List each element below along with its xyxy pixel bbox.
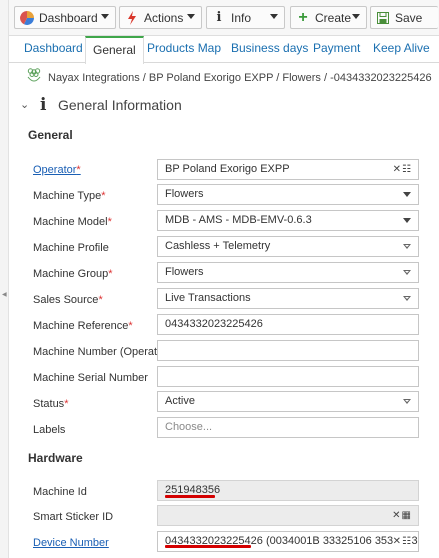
status-label-text: Status (33, 398, 65, 410)
collapse-grip-icon[interactable]: ◀ (2, 291, 7, 298)
lightning-icon (125, 10, 139, 25)
save-icon (376, 11, 390, 25)
tab-business-days[interactable]: Business days (231, 36, 308, 63)
clear-list-icons[interactable]: ✕☷ (393, 160, 412, 179)
machine-number-label: Machine Number (Operator) (33, 346, 171, 358)
machine-profile-label: Machine Profile (33, 242, 109, 254)
smart-sticker-field[interactable]: ✕▦ (157, 505, 419, 526)
machine-number-input[interactable] (157, 340, 419, 361)
sales-source-label-text: Sales Source (33, 294, 99, 306)
dashboard-button-label: Dashboard (39, 10, 98, 25)
chevron-down-icon (101, 14, 109, 19)
machine-reference-input[interactable]: 0434332023225426 (157, 314, 419, 335)
sales-source-label: Sales Source* (33, 294, 103, 306)
machine-id-label: Machine Id (33, 486, 87, 498)
status-label: Status* (33, 398, 68, 410)
machine-group-label-text: Machine Group (33, 268, 109, 280)
collapse-chevron-icon[interactable]: ⌄ (20, 98, 29, 111)
machine-group-value: Flowers (165, 266, 204, 278)
info-button[interactable]: i Info (206, 6, 285, 29)
operator-label-text: Operator (33, 164, 77, 176)
status-select[interactable]: Active (157, 391, 419, 412)
required-asterisk: * (98, 294, 103, 306)
left-panel-strip[interactable]: ◀ (0, 0, 9, 558)
machine-serial-input[interactable] (157, 366, 419, 387)
tab-dashboard[interactable]: Dashboard (24, 36, 83, 63)
machine-model-select[interactable]: MDB - AMS - MDB-EMV-0.6.3 (157, 210, 419, 231)
create-button-label: Create (315, 10, 352, 25)
actions-button-label: Actions (144, 10, 184, 25)
machine-serial-label: Machine Serial Number (33, 372, 148, 384)
chevron-down-icon (187, 14, 195, 19)
required-asterisk: * (128, 320, 133, 332)
pie-chart-icon (20, 10, 34, 25)
machine-profile-value: Cashless + Telemetry (165, 240, 271, 252)
tab-general[interactable]: General (85, 36, 144, 64)
machine-model-label-text: Machine Model (33, 216, 108, 228)
chevron-down-icon (352, 14, 360, 19)
chevron-down-outline-icon (403, 244, 411, 249)
labels-input[interactable]: Choose... (157, 417, 419, 438)
flower-icon (26, 67, 42, 85)
status-value: Active (165, 395, 195, 407)
save-button[interactable]: Save (370, 6, 438, 29)
device-number-field[interactable]: 0434332023225426 (0034001B 33325106 3535… (157, 531, 419, 552)
machine-group-select[interactable]: Flowers (157, 262, 419, 283)
chevron-down-outline-icon (403, 270, 411, 275)
smart-sticker-label: Smart Sticker ID (33, 511, 114, 523)
required-asterisk: * (64, 398, 69, 410)
required-asterisk: * (108, 268, 113, 280)
info-icon: i (216, 10, 222, 25)
tab-keep-alive[interactable]: Keep Alive (373, 36, 430, 63)
tab-bar: Dashboard General Products Map Business … (9, 36, 439, 64)
info-icon: i (40, 95, 47, 115)
info-button-label: Info (231, 10, 252, 25)
required-asterisk: * (76, 164, 81, 176)
operator-label[interactable]: Operator* (33, 164, 81, 176)
highlight-underline (165, 545, 251, 548)
create-button[interactable]: + Create (290, 6, 367, 29)
plus-icon: + (298, 8, 308, 26)
operator-field[interactable]: BP Poland Exorigo EXPP ✕☷ (157, 159, 419, 180)
machine-type-select[interactable]: Flowers (157, 184, 419, 205)
machine-reference-label-text: Machine Reference (33, 320, 129, 332)
group-title-general: General (28, 128, 73, 142)
machine-type-label: Machine Type* (33, 190, 106, 202)
group-title-hardware: Hardware (28, 451, 83, 465)
machine-profile-select[interactable]: Cashless + Telemetry (157, 236, 419, 257)
tab-products-map[interactable]: Products Map (147, 36, 221, 63)
save-button-label: Save (395, 10, 423, 25)
chevron-down-outline-icon (403, 296, 411, 301)
device-number-label[interactable]: Device Number (33, 537, 109, 549)
breadcrumb: Nayax Integrations / BP Poland Exorigo E… (48, 72, 432, 84)
actions-button[interactable]: Actions (119, 6, 202, 29)
chevron-down-icon (270, 14, 278, 19)
chevron-down-icon (403, 192, 411, 197)
labels-label: Labels (33, 424, 66, 436)
machine-model-value: MDB - AMS - MDB-EMV-0.6.3 (165, 214, 312, 226)
clear-list-icons[interactable]: ✕☷ (392, 532, 412, 551)
tab-payment[interactable]: Payment (313, 36, 360, 63)
operator-value: BP Poland Exorigo EXPP (165, 163, 290, 175)
chevron-down-icon (403, 218, 411, 223)
machine-type-label-text: Machine Type (33, 190, 102, 202)
required-asterisk: * (101, 190, 106, 202)
clear-qr-icons[interactable]: ✕▦ (392, 506, 412, 525)
machine-group-label: Machine Group* (33, 268, 113, 280)
sales-source-value: Live Transactions (165, 292, 251, 304)
highlight-underline (165, 495, 215, 498)
required-asterisk: * (107, 216, 112, 228)
dashboard-button[interactable]: Dashboard (14, 6, 116, 29)
section-title: General Information (58, 97, 182, 113)
machine-model-label: Machine Model* (33, 216, 112, 228)
chevron-down-outline-icon (403, 399, 411, 404)
machine-type-value: Flowers (165, 188, 204, 200)
machine-reference-label: Machine Reference* (33, 320, 133, 332)
sales-source-select[interactable]: Live Transactions (157, 288, 419, 309)
toolbar: Dashboard Actions i Info + Create Save (9, 0, 439, 36)
